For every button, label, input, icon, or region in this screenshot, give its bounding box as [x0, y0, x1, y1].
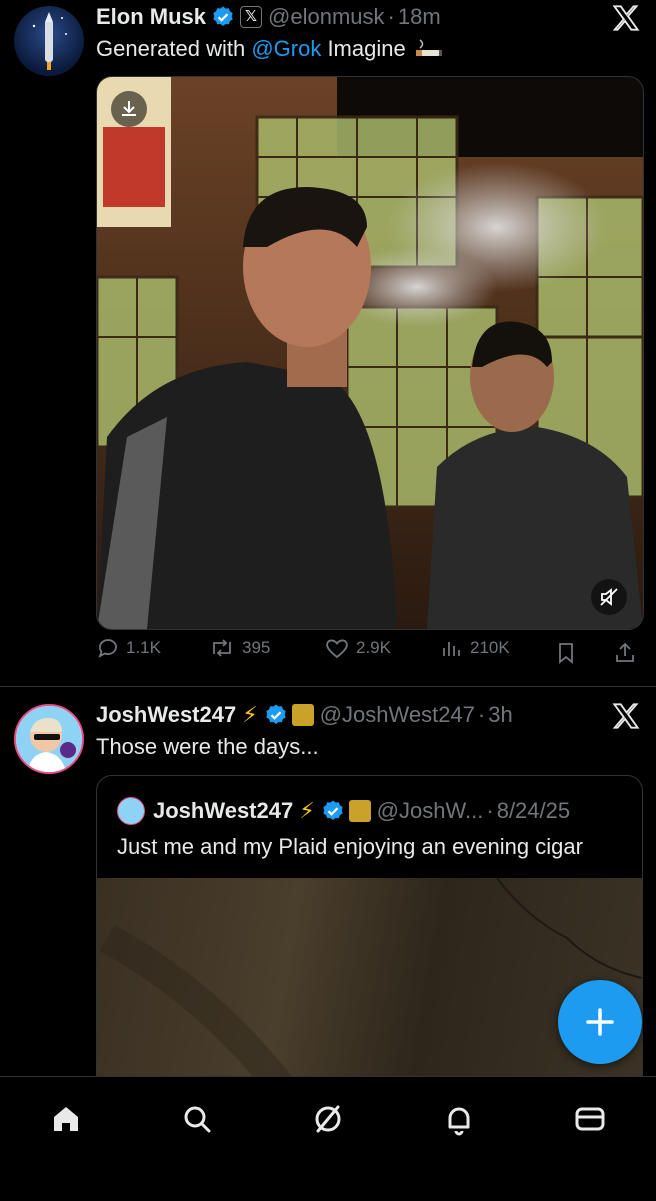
post-actions: 1.1K 395 2.9K 210K	[96, 636, 642, 670]
bottom-navigation	[0, 1076, 656, 1201]
post-separator: ·	[387, 4, 395, 29]
avatar-josh[interactable]	[14, 704, 84, 774]
lightning-emoji-icon: ⚡	[299, 798, 315, 823]
post-author-name[interactable]: Elon Musk	[96, 4, 206, 30]
x-affiliation-badge-icon: 𝕏	[240, 6, 263, 28]
views-button[interactable]: 210K	[440, 636, 510, 660]
quoted-avatar	[117, 797, 145, 825]
like-button[interactable]: 2.9K	[324, 636, 391, 660]
x-logo-icon[interactable]	[612, 702, 640, 730]
quoted-time: 8/24/25	[496, 798, 571, 823]
reply-count: 1.1K	[126, 638, 161, 657]
post-handle[interactable]: @elonmusk	[268, 4, 385, 30]
post-text: Generated with @Grok Imagine	[96, 34, 446, 64]
plus-icon	[586, 1008, 614, 1036]
home-icon[interactable]	[44, 1097, 88, 1141]
quoted-separator: ·	[486, 798, 494, 823]
bookmark-icon[interactable]	[554, 641, 578, 665]
verified-badge-icon	[213, 6, 233, 27]
repost-icon	[213, 639, 231, 657]
like-count: 2.9K	[356, 638, 391, 657]
x-logo-icon[interactable]	[612, 4, 640, 32]
quoted-text: Just me and my Plaid enjoying an evening…	[117, 834, 583, 859]
search-icon[interactable]	[175, 1097, 219, 1141]
verified-badge-icon	[322, 800, 343, 820]
download-button[interactable]	[111, 91, 147, 127]
verified-badge-icon	[265, 704, 286, 724]
muted-speaker-icon	[600, 588, 618, 606]
rocket-avatar-icon	[32, 12, 67, 70]
reply-icon	[98, 639, 117, 658]
quoted-author-name: JoshWest247	[153, 798, 294, 823]
quoted-handle: @JoshW...	[376, 798, 484, 823]
reply-button[interactable]: 1.1K	[96, 636, 161, 660]
post-text-part: Imagine	[321, 36, 406, 61]
analytics-icon	[443, 642, 460, 656]
repost-count: 395	[242, 638, 271, 657]
post-time[interactable]: 3h	[488, 702, 512, 728]
post-author-name[interactable]: JoshWest247	[96, 702, 236, 728]
heart-icon	[326, 639, 348, 659]
avatar-elon[interactable]	[14, 6, 84, 76]
mute-button[interactable]	[591, 579, 627, 615]
affiliate-badge-icon	[291, 704, 314, 726]
compose-button[interactable]	[558, 980, 642, 1064]
messages-icon[interactable]	[568, 1097, 612, 1141]
generated-photo	[97, 77, 643, 629]
post-time[interactable]: 18m	[398, 4, 441, 30]
post-separator: ·	[477, 702, 486, 727]
grok-icon[interactable]	[306, 1097, 350, 1141]
lightning-emoji-icon: ⚡	[242, 702, 258, 727]
download-icon	[122, 101, 136, 116]
post-media-image[interactable]	[96, 76, 644, 630]
mention-link[interactable]: @Grok	[251, 36, 321, 62]
bitmoji-avatar-icon	[16, 706, 82, 772]
post-handle[interactable]: @JoshWest247	[320, 702, 475, 728]
share-icon[interactable]	[613, 641, 637, 665]
cigar-emoji-icon	[415, 39, 442, 56]
post-text-part: Generated with	[96, 36, 252, 61]
repost-button[interactable]: 395	[208, 636, 270, 660]
notifications-icon[interactable]	[437, 1097, 481, 1141]
view-count: 210K	[470, 638, 510, 657]
post-text: Those were the days...	[96, 734, 319, 759]
affiliate-badge-icon	[348, 800, 371, 822]
post-divider	[0, 686, 656, 687]
